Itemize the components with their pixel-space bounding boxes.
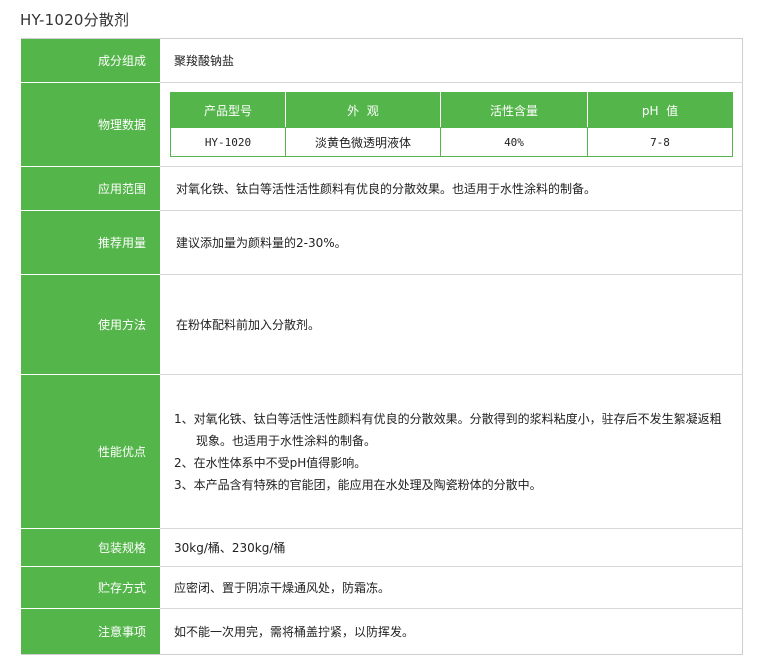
header-active-content: 活性含量	[440, 92, 588, 128]
physical-data-cell: 产品型号 外 观 活性含量 pH 值 HY-1020 淡黄色微透明液体 40% …	[160, 83, 743, 167]
value-usage: 在粉体配料前加入分散剂。	[160, 275, 743, 375]
label-notes: 注意事项	[21, 609, 160, 654]
row-advantages: 性能优点 1、对氧化铁、钛白等活性活性颜料有优良的分散效果。分散得到的浆料粘度小…	[21, 375, 743, 529]
list-item: 2、在水性体系中不受pH值得影响。	[174, 455, 367, 470]
header-model: 产品型号	[170, 92, 286, 128]
value-dosage: 建议添加量为颜料量的2-30%。	[160, 211, 743, 275]
value-packaging: 30kg/桶、230kg/桶	[160, 529, 743, 567]
list-item: 1、对氧化铁、钛白等活性活性颜料有优良的分散效果。分散得到的浆料粘度小，驻存后不…	[174, 411, 722, 426]
row-composition: 成分组成 聚羧酸钠盐	[21, 39, 743, 83]
row-dosage: 推荐用量 建议添加量为颜料量的2-30%。	[21, 211, 743, 275]
cell-active-content: 40%	[440, 127, 588, 157]
label-composition: 成分组成	[21, 39, 160, 83]
label-storage: 贮存方式	[21, 567, 160, 609]
row-usage: 使用方法 在粉体配料前加入分散剂。	[21, 275, 743, 375]
value-advantages: 1、对氧化铁、钛白等活性活性颜料有优良的分散效果。分散得到的浆料粘度小，驻存后不…	[160, 375, 743, 529]
label-application: 应用范围	[21, 167, 160, 211]
cell-model: HY-1020	[170, 127, 286, 157]
header-appearance: 外 观	[285, 92, 441, 128]
advantages-list: 1、对氧化铁、钛白等活性活性颜料有优良的分散效果。分散得到的浆料粘度小，驻存后不…	[174, 408, 722, 496]
value-notes: 如不能一次用完，需将桶盖拧紧，以防挥发。	[174, 625, 415, 639]
row-packaging: 包装规格 30kg/桶、230kg/桶	[21, 529, 743, 567]
list-item: 3、本产品含有特殊的官能团，能应用在水处理及陶瓷粉体的分散中。	[174, 477, 542, 492]
row-storage: 贮存方式 应密闭、置于阴凉干燥通风处，防霜冻。	[21, 567, 743, 609]
label-dosage: 推荐用量	[21, 211, 160, 275]
header-ph: pH 值	[587, 92, 733, 128]
cell-ph: 7-8	[587, 127, 733, 157]
label-physical: 物理数据	[21, 83, 160, 167]
row-application: 应用范围 对氧化铁、钛白等活性活性颜料有优良的分散效果。也适用于水性涂料的制备。	[21, 167, 743, 211]
list-item: 现象。也适用于水性涂料的制备。	[196, 433, 377, 448]
value-application: 对氧化铁、钛白等活性活性颜料有优良的分散效果。也适用于水性涂料的制备。	[160, 167, 743, 211]
physical-data-table: 产品型号 外 观 活性含量 pH 值 HY-1020 淡黄色微透明液体 40% …	[170, 92, 733, 157]
value-storage: 应密闭、置于阴凉干燥通风处，防霜冻。	[160, 567, 743, 609]
label-packaging: 包装规格	[21, 529, 160, 567]
label-usage: 使用方法	[21, 275, 160, 375]
page-title: HY-1020分散剂	[20, 11, 130, 29]
physical-table-header: 产品型号 外 观 活性含量 pH 值	[170, 92, 733, 128]
row-physical: 物理数据 产品型号 外 观 活性含量 pH 值 HY-1020 淡黄色微透明液体…	[21, 83, 743, 167]
table-row: HY-1020 淡黄色微透明液体 40% 7-8	[170, 127, 733, 157]
value-composition: 聚羧酸钠盐	[160, 39, 743, 83]
label-advantages: 性能优点	[21, 375, 160, 529]
row-notes: 注意事项 如不能一次用完，需将桶盖拧紧，以防挥发。	[21, 609, 743, 654]
cell-appearance: 淡黄色微透明液体	[285, 127, 441, 157]
